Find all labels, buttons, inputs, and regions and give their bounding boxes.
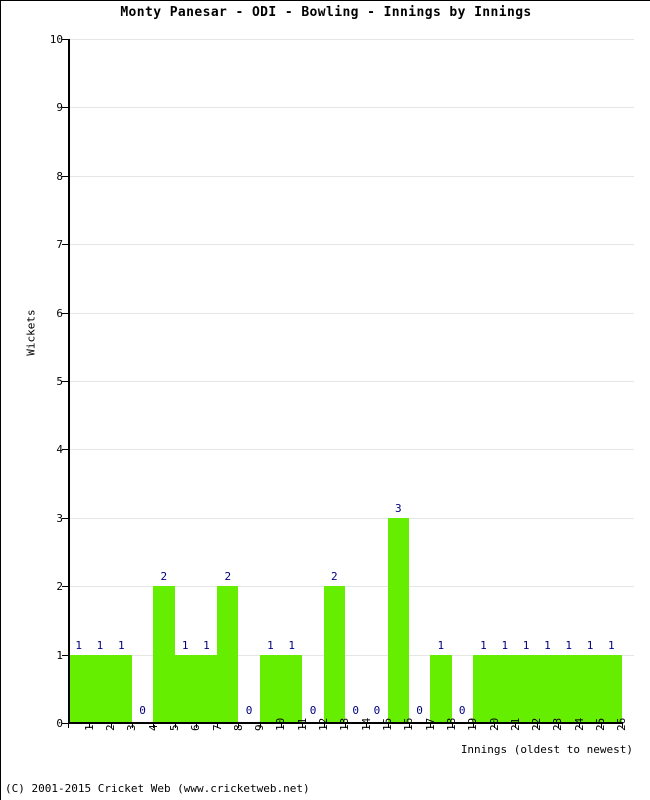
x-axis-tick-label: 3	[125, 724, 139, 731]
bar-value-label: 3	[394, 501, 402, 515]
y-axis-tick-labels: 0 1 2 3 4 5 6 7 8 9 10	[19, 34, 63, 729]
bar	[579, 654, 601, 723]
bar	[68, 654, 90, 723]
gridline	[68, 449, 634, 451]
bar	[387, 517, 409, 723]
copyright-footer: (C) 2001-2015 Cricket Web (www.cricketwe…	[5, 782, 310, 795]
gridline	[68, 175, 634, 177]
bar-value-label: 2	[160, 570, 168, 584]
y-axis-tick-label: 3	[56, 511, 63, 525]
bar	[600, 654, 622, 723]
bar-value-label: 1	[437, 638, 445, 652]
bar-value-label: 2	[224, 570, 232, 584]
bar	[515, 654, 537, 723]
x-axis-tick-label: 4	[146, 724, 160, 731]
x-axis-tick-label: 9	[253, 724, 267, 731]
gridline	[68, 39, 634, 40]
bar	[536, 654, 559, 723]
x-axis-tick-label: 21	[508, 717, 522, 731]
x-axis-tick-label: 14	[359, 717, 373, 731]
bar	[153, 586, 175, 723]
x-axis-title: Innings (oldest to newest)	[460, 743, 633, 756]
y-axis-tick-label: 4	[56, 443, 63, 457]
x-axis-tick-label: 25	[594, 717, 608, 731]
bar-value-label: 2	[331, 570, 338, 584]
y-axis-tick-label: 10	[49, 33, 63, 46]
y-axis-tick-label: 9	[56, 101, 63, 115]
x-axis-tick-label: 6	[189, 724, 203, 731]
bar-value-label: 1	[608, 638, 615, 652]
x-axis-tick-label: 26	[615, 717, 629, 731]
bar	[472, 654, 495, 723]
chart-page: Monty Panesar - ODI - Bowling - Innings …	[0, 0, 650, 800]
x-axis-tick-label: 1	[82, 724, 96, 731]
bar	[89, 654, 111, 723]
y-axis-tick-label: 2	[56, 580, 63, 594]
gridline	[68, 517, 634, 519]
y-axis-tick-label: 8	[56, 169, 63, 183]
y-axis-title: Wickets	[24, 309, 38, 356]
bar	[217, 586, 239, 723]
gridline	[68, 107, 634, 109]
bar	[259, 654, 282, 723]
x-axis-tick-label: 15	[380, 717, 394, 731]
x-axis-tick-label: 20	[487, 717, 501, 731]
x-axis-tick-label: 13	[338, 717, 352, 731]
bar	[174, 654, 196, 723]
gridline	[68, 381, 634, 382]
x-axis-tick-label: 5	[167, 724, 181, 731]
bar-value-label: 1	[288, 638, 296, 652]
bar	[558, 654, 580, 723]
x-axis-tick-label: 17	[423, 717, 437, 731]
bar	[323, 586, 345, 723]
bar-value-label: 1	[117, 638, 125, 652]
x-axis-tick-label: 8	[231, 724, 245, 731]
x-axis-tick-label: 16	[402, 717, 416, 731]
plot-area: 11102112011020030101111111	[62, 39, 634, 724]
x-axis-tick-label: 12	[317, 717, 331, 731]
x-axis-tick-label: 2	[103, 724, 117, 731]
x-axis-tick-label: 10	[274, 717, 288, 731]
x-axis-tick-label: 19	[466, 717, 480, 731]
x-axis-tick-label: 18	[444, 717, 458, 731]
x-axis-tick-label: 11	[295, 717, 309, 731]
x-axis-tick-label: 23	[551, 717, 565, 731]
y-axis-line	[68, 39, 70, 724]
y-axis-tick-label: 0	[56, 717, 63, 730]
bar	[195, 654, 218, 723]
x-axis-tick-label: 24	[572, 717, 586, 731]
page-title: Monty Panesar - ODI - Bowling - Innings …	[120, 5, 532, 20]
gridline	[68, 244, 634, 246]
y-axis-tick-label: 7	[56, 238, 63, 252]
y-axis-tick-label: 1	[56, 648, 63, 662]
bar	[494, 654, 516, 723]
x-axis-tick-label: 22	[530, 717, 544, 731]
gridline	[68, 312, 634, 314]
x-axis-tick-label: 7	[210, 724, 224, 731]
x-axis-tick	[68, 722, 69, 728]
